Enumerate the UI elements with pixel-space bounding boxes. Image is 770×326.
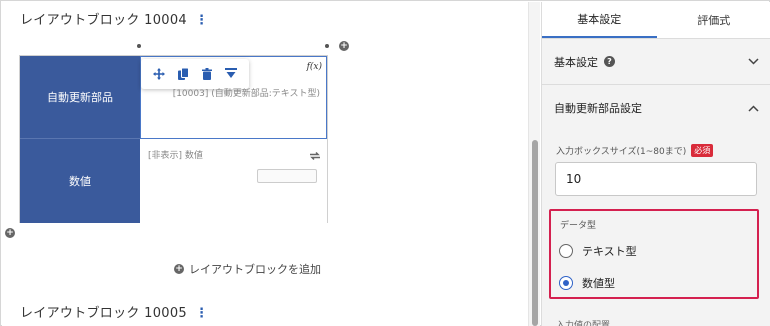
- settings-panel: 基本設定 評価式 基本設定 ? 自動更新部品設定 入力ボックスサイズ(1~80ま…: [541, 2, 770, 326]
- add-layout-block-label: レイアウトブロックを追加: [189, 263, 321, 276]
- row-label-cell[interactable]: 自動更新部品: [20, 56, 140, 139]
- chevron-down-icon: [748, 58, 759, 65]
- add-row-icon[interactable]: +: [5, 228, 15, 238]
- radio-option-text[interactable]: テキスト型: [559, 243, 637, 259]
- box-size-input[interactable]: 10: [555, 162, 757, 196]
- resize-handle[interactable]: [325, 44, 329, 48]
- layout-canvas: レイアウトブロック 10004 ⋮ + + 自動更新部品 f(x) [10003…: [2, 2, 528, 326]
- radio-label: テキスト型: [582, 245, 637, 258]
- row-label-cell[interactable]: 数値: [20, 139, 140, 223]
- auto-update-part-cell[interactable]: f(x) [10003] (自動更新部品:テキスト型): [140, 56, 327, 139]
- layout-block-title: レイアウトブロック 10005: [20, 306, 187, 321]
- row-label: 自動更新部品: [47, 91, 113, 104]
- resize-handle[interactable]: [137, 44, 141, 48]
- input-alignment-label: 入力値の配置: [556, 321, 611, 326]
- required-badge: 必須: [691, 144, 714, 157]
- radio-unchecked[interactable]: [559, 244, 573, 258]
- box-size-field-label: 入力ボックスサイズ(1~80まで) 必須: [556, 144, 714, 157]
- help-icon[interactable]: ?: [604, 56, 615, 67]
- scrollbar-thumb[interactable]: [532, 140, 538, 326]
- section-title: 基本設定: [554, 55, 598, 69]
- add-layout-block-button[interactable]: + レイアウトブロックを追加: [174, 261, 321, 277]
- number-part-cell[interactable]: [非表示] 数値: [140, 139, 327, 223]
- tab-basic-settings[interactable]: 基本設定: [542, 2, 657, 38]
- sync-icon[interactable]: [309, 146, 321, 165]
- trash-icon[interactable]: [200, 67, 214, 81]
- chevron-up-icon: [748, 104, 759, 112]
- add-column-icon[interactable]: +: [339, 41, 349, 51]
- number-preview-input: [257, 169, 317, 183]
- move-icon[interactable]: [152, 67, 166, 81]
- layout-table: 自動更新部品 f(x) [10003] (自動更新部品:テキスト型) 数値 [非…: [19, 55, 328, 223]
- radio-label: 数値型: [582, 277, 615, 290]
- row-label: 数値: [69, 175, 91, 188]
- canvas-scrollbar[interactable]: [528, 2, 540, 326]
- block-menu-icon[interactable]: ⋮: [195, 306, 208, 321]
- radio-option-number[interactable]: 数値型: [559, 275, 615, 291]
- data-type-group: データ型 テキスト型 数値型: [549, 209, 759, 299]
- data-type-label: データ型: [560, 221, 597, 231]
- layout-block-title: レイアウトブロック 10004: [20, 13, 187, 28]
- layout-block-10005-header: レイアウトブロック 10005 ⋮: [20, 302, 208, 321]
- box-size-label: 入力ボックスサイズ(1~80まで): [556, 147, 687, 157]
- block-menu-icon[interactable]: ⋮: [195, 13, 208, 28]
- basic-settings-section-header[interactable]: 基本設定 ?: [542, 39, 770, 85]
- formula-icon[interactable]: f(x): [307, 62, 322, 72]
- tab-formula[interactable]: 評価式: [657, 2, 770, 38]
- auto-update-settings-section-header[interactable]: 自動更新部品設定: [542, 85, 770, 131]
- layout-block-10004-header: レイアウトブロック 10004 ⋮: [20, 9, 208, 28]
- collapse-icon[interactable]: [224, 67, 238, 81]
- field-reference: [10003] (自動更新部品:テキスト型): [172, 89, 320, 99]
- part-toolbar: [141, 59, 249, 89]
- copy-icon[interactable]: [176, 67, 190, 81]
- section-title: 自動更新部品設定: [554, 102, 642, 115]
- hidden-field-label: [非表示] 数値: [148, 151, 203, 161]
- settings-tabs: 基本設定 評価式: [542, 2, 770, 39]
- radio-checked[interactable]: [559, 276, 573, 290]
- plus-circle-icon: +: [174, 264, 184, 274]
- app-frame: レイアウトブロック 10004 ⋮ + + 自動更新部品 f(x) [10003…: [0, 0, 770, 326]
